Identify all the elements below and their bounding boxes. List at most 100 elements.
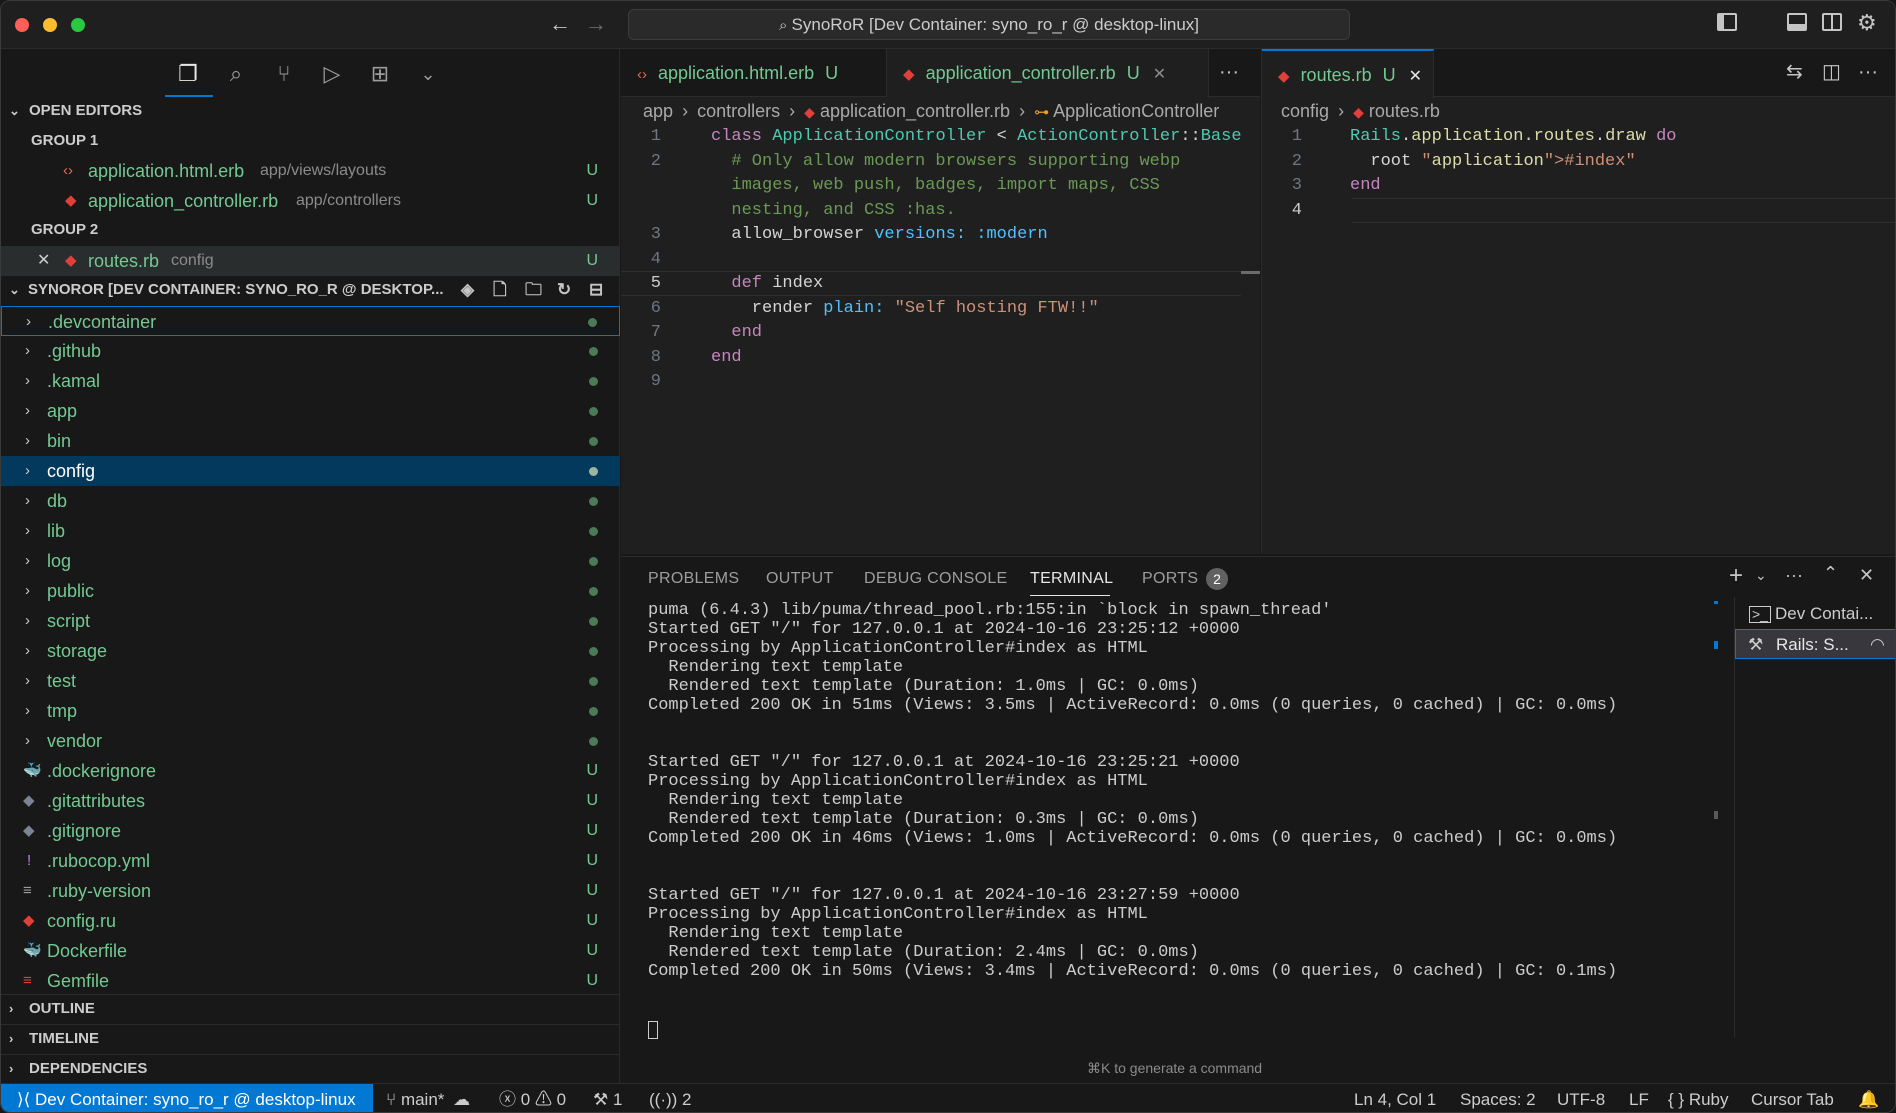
forward-arrow-icon[interactable]: → <box>585 11 607 37</box>
close-panel-icon[interactable]: ✕ <box>1859 565 1874 586</box>
open-editor-item[interactable]: ◆ application_controller.rb app/controll… <box>1 186 620 216</box>
close-window-button[interactable] <box>15 18 29 32</box>
tree-file[interactable]: ◆ .gitattributes U <box>1 786 620 816</box>
tab-terminal[interactable]: TERMINAL <box>1030 570 1113 588</box>
code-area-application-controller[interactable]: class ApplicationController < ActionCont… <box>711 125 1242 395</box>
tree-file[interactable]: ◆ .gitignore U <box>1 816 620 846</box>
breadcrumb-item[interactable]: ApplicationController <box>1053 101 1219 121</box>
zoom-window-button[interactable] <box>71 18 85 32</box>
remote-icon: ⟩⟨ <box>17 1090 31 1109</box>
toggle-primary-sidebar-icon[interactable] <box>1717 13 1737 31</box>
new-folder-icon[interactable]: 🗀 <box>525 276 542 304</box>
new-file-icon[interactable]: 🗋 <box>493 276 507 304</box>
cursor-tab-status[interactable]: Cursor Tab <box>1751 1084 1834 1112</box>
outline-header[interactable]: › OUTLINE <box>1 995 620 1023</box>
line-ending[interactable]: LF <box>1629 1084 1649 1112</box>
tree-folder[interactable]: › storage <box>1 636 620 666</box>
tab-debug-console[interactable]: DEBUG CONSOLE <box>864 570 1008 588</box>
more-actions-icon[interactable]: ··· <box>1785 565 1803 586</box>
settings-gear-icon[interactable]: ⚙ <box>1857 10 1877 36</box>
tree-file[interactable]: 🐳 .dockerignore U <box>1 756 620 786</box>
explorer-project-header[interactable]: ⌄ SYNOROR [DEV CONTAINER: SYNO_RO_R @ DE… <box>1 276 620 304</box>
maximize-panel-icon[interactable]: ⌃ <box>1823 563 1838 584</box>
tree-folder[interactable]: › vendor <box>1 726 620 756</box>
editor-tab[interactable]: ‹› application.html.erb U <box>621 49 887 97</box>
back-arrow-icon[interactable]: ← <box>549 11 571 37</box>
close-icon[interactable]: ✕ <box>37 246 50 276</box>
tree-file[interactable]: ◆ config.ru U <box>1 906 620 936</box>
tree-folder[interactable]: › app <box>1 396 620 426</box>
run-debug-icon[interactable]: ▷ <box>318 59 346 89</box>
tree-folder[interactable]: › .github <box>1 336 620 366</box>
tree-folder[interactable]: › lib <box>1 516 620 546</box>
tree-folder[interactable]: › script <box>1 606 620 636</box>
tree-file[interactable]: ≡ Gemfile U <box>1 966 620 996</box>
tree-file[interactable]: ≡ .ruby-version U <box>1 876 620 906</box>
remote-indicator[interactable]: ⟩⟨ Dev Container: syno_ro_r @ desktop-li… <box>1 1084 373 1112</box>
refresh-icon[interactable]: ↻ <box>557 276 571 304</box>
bell-icon[interactable]: 🔔 <box>1858 1084 1879 1112</box>
open-editor-item-active[interactable]: ✕ ◆ routes.rb config U <box>1 246 620 276</box>
broadcast-count: 2 <box>682 1090 692 1109</box>
breadcrumb-item[interactable]: routes.rb <box>1369 101 1440 121</box>
dependencies-header[interactable]: › DEPENDENCIES <box>1 1055 620 1083</box>
compare-changes-icon[interactable]: ⇆ <box>1786 59 1803 84</box>
toggle-panel-icon[interactable] <box>1787 13 1807 31</box>
tree-folder[interactable]: › test <box>1 666 620 696</box>
editor-tab-active[interactable]: ◆ application_controller.rb U ✕ <box>887 49 1209 98</box>
close-icon[interactable]: ✕ <box>1153 66 1166 83</box>
breadcrumb-item[interactable]: application_controller.rb <box>820 101 1010 121</box>
new-terminal-icon[interactable]: + <box>1729 562 1743 590</box>
indentation[interactable]: Spaces: 2 <box>1460 1084 1536 1112</box>
terminal-line: Rendering text template <box>648 924 904 943</box>
more-actions-icon[interactable]: ··· <box>1858 61 1878 84</box>
code-area-routes[interactable]: Rails.application.routes.draw do root "a… <box>1350 125 1676 223</box>
tab-output[interactable]: OUTPUT <box>766 570 834 588</box>
editor-tab-active[interactable]: ◆ routes.rb U ✕ <box>1262 49 1434 98</box>
chevron-down-icon[interactable]: ⌄ <box>414 59 442 89</box>
terminal-item-active[interactable]: ⚒ Rails: S... ◠ <box>1735 629 1895 659</box>
close-icon[interactable]: ✕ <box>1409 68 1422 85</box>
chevron-down-icon[interactable]: ⌄ <box>1755 567 1767 584</box>
ports-forwarded-indicator[interactable]: ⚒ 1 <box>593 1084 622 1112</box>
problems-indicator[interactable]: ⓧ 0 ⚠ 0 <box>499 1084 566 1112</box>
tree-folder[interactable]: › log <box>1 546 620 576</box>
terminal-scrollbar[interactable] <box>1714 601 1720 1041</box>
toggle-secondary-sidebar-icon[interactable] <box>1822 13 1842 31</box>
broadcast-indicator[interactable]: ((·)) 2 <box>649 1084 692 1112</box>
tree-folder[interactable]: › tmp <box>1 696 620 726</box>
tree-folder[interactable]: › .kamal <box>1 366 620 396</box>
encoding[interactable]: UTF-8 <box>1557 1084 1605 1112</box>
open-editor-item[interactable]: ‹› application.html.erb app/views/layout… <box>1 156 620 186</box>
terminal-output[interactable]: puma (6.4.3) lib/puma/thread_pool.rb:155… <box>648 601 1617 981</box>
more-actions-icon[interactable]: ··· <box>1219 61 1239 84</box>
minimize-window-button[interactable] <box>43 18 57 32</box>
search-icon[interactable]: ⌕ <box>222 59 250 89</box>
terminal-item[interactable]: >_ Dev Contai... <box>1735 599 1895 629</box>
branch-indicator[interactable]: ⑂ main* ☁ <box>386 1084 470 1112</box>
tab-problems[interactable]: PROBLEMS <box>648 570 739 588</box>
tree-file[interactable]: 🐳 Dockerfile U <box>1 936 620 966</box>
language-mode[interactable]: { } Ruby <box>1668 1084 1729 1112</box>
tree-folder[interactable]: › db <box>1 486 620 516</box>
tree-folder[interactable]: › .devcontainer <box>1 306 620 336</box>
source-control-icon[interactable]: ⑂ <box>270 59 298 89</box>
tree-folder-selected[interactable]: › config <box>1 456 620 486</box>
tree-folder[interactable]: › bin <box>1 426 620 456</box>
split-editor-icon[interactable]: ◫ <box>1822 59 1841 84</box>
tree-folder[interactable]: › public <box>1 576 620 606</box>
breadcrumb-item[interactable]: app <box>643 101 673 121</box>
breadcrumb-item[interactable]: controllers <box>697 101 780 121</box>
tab-ports[interactable]: PORTS <box>1142 570 1198 588</box>
tree-file[interactable]: ! .rubocop.yml U <box>1 846 620 876</box>
explorer-files-icon[interactable]: ❐ <box>174 59 202 89</box>
timeline-header[interactable]: › TIMELINE <box>1 1025 620 1053</box>
eye-icon[interactable]: ◈ <box>461 276 474 304</box>
extensions-icon[interactable]: ⊞ <box>366 59 394 89</box>
cursor-position[interactable]: Ln 4, Col 1 <box>1354 1084 1436 1112</box>
open-editors-header[interactable]: ⌄ OPEN EDITORS <box>1 97 620 125</box>
collapse-all-icon[interactable]: ⊟ <box>589 276 603 304</box>
breadcrumb-item[interactable]: config <box>1281 101 1329 121</box>
command-center[interactable]: ⌕ SynoRoR [Dev Container: syno_ro_r @ de… <box>628 9 1350 40</box>
ruby-file-icon: ◆ <box>65 252 77 269</box>
